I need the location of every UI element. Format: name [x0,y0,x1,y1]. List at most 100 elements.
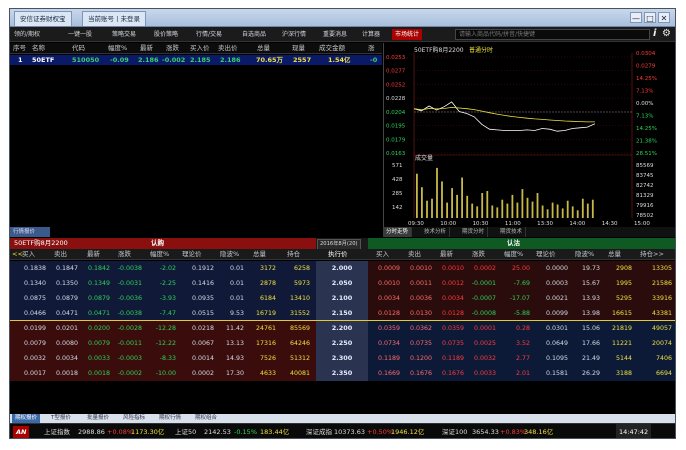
col-cur-vol[interactable]: 现量 [292,43,305,54]
pct-tick: 21.38% [636,139,657,145]
call-col-last[interactable]: 最新 [87,249,100,260]
call-col-iv[interactable]: 隐波% [220,249,239,260]
call-cell: 64246 [289,340,310,347]
option-row[interactable]: 0.0032 0.0034 0.0033 -0.0003 -8.33 0.0014 14.9… [10,351,675,366]
put-col-bid[interactable]: 买入 [376,249,389,260]
option-row[interactable]: 0.0199 0.0201 0.0200 -0.0028 -12.28 0.0218 11.… [10,320,675,337]
menu-item-3[interactable]: 股价策略 [154,29,178,40]
btab-1[interactable]: T型报价 [48,414,74,423]
call-col-pct[interactable]: 幅度% [150,249,169,260]
strike-price[interactable]: 2.300 [316,351,368,366]
volume-bar [466,195,469,218]
put-col-iv[interactable]: 隐波% [575,249,594,260]
menu-item-8[interactable]: 计算器 [362,29,380,40]
call-col-oi[interactable]: 持仓 [287,249,300,260]
app-window: 安信证券财权宝 当前账号丨未登录 — □ ✕ 领的/期权 一键一股 策略交易 股… [9,8,676,439]
tab-futures-technical[interactable]: 期货技术 [497,227,527,237]
put-cell: 0.0099 [545,310,568,317]
menu-item-5[interactable]: 自选商品 [242,29,266,40]
strike-col[interactable]: 执行价 [328,249,348,260]
option-row[interactable]: 0.0875 0.0879 0.0879 -0.0036 -3.93 0.0935 0.01… [10,291,675,306]
tab-main[interactable]: 安信证券财权宝 [14,11,72,26]
col-code[interactable]: 代码 [72,43,85,54]
call-col-theo[interactable]: 理论价 [182,249,202,260]
menu-item-6[interactable]: 沪深行情 [282,29,306,40]
btab-0[interactable]: 期权报价 [12,414,41,423]
contract-name[interactable]: 50ETF购8月2200 [14,238,68,249]
watchlist-row[interactable]: 1 50ETF 510050 -0.09 2.186 -0.002 2.185 … [10,55,382,65]
menu-item-1[interactable]: 一键一股 [68,29,92,40]
put-col-ask[interactable]: 卖出 [408,249,421,260]
tab-intraday[interactable]: 分时走势 [383,227,413,237]
col-amount[interactable]: 成交金额 [319,43,345,54]
option-row[interactable]: 0.1838 0.1847 0.1842 -0.0038 -2.02 0.1912 0.01… [10,261,675,276]
call-cell: 0.1912 [191,265,214,272]
btab-3[interactable]: 风险指标 [120,414,148,423]
search-input[interactable]: 请输入商品代码/拼音/快捷键 [455,29,650,40]
price-tick: 0.0163 [386,151,406,157]
option-row[interactable]: 0.1340 0.1350 0.1349 -0.0031 -2.25 0.1416 0.01… [10,276,675,291]
strike-price[interactable]: 2.100 [316,291,368,306]
szcz-label[interactable]: 深证成指 [306,424,332,438]
put-col-last[interactable]: 最新 [440,249,453,260]
strike-price[interactable]: 2.150 [316,306,368,321]
call-col-bid[interactable]: 买入 [22,249,35,260]
col-chg-pct[interactable]: 幅度% [108,43,127,54]
call-col-ask[interactable]: 卖出 [54,249,67,260]
minimize-button[interactable]: — [630,12,642,23]
sz50-label[interactable]: 上证50 [175,424,196,438]
col-last[interactable]: 最新 [140,43,153,54]
col-volume[interactable]: 总量 [257,43,270,54]
strike-price[interactable]: 2.250 [316,336,368,351]
col-change[interactable]: 涨跌 [166,43,179,54]
call-cell: 0.0218 [191,325,214,332]
menu-item-market-stats[interactable]: 市场统计 [392,29,423,40]
tab-account[interactable]: 当前账号丨未登录 [82,11,146,26]
col-extra[interactable]: 涨 [368,43,375,54]
strike-price[interactable]: 2.350 [316,366,368,381]
menu-item-2[interactable]: 策略交易 [112,29,136,40]
szcz-value: 10373.63 [334,428,366,436]
maximize-button[interactable]: □ [644,12,656,23]
intraday-chart: 50ETF购8月2200 普通分时 0.0253 0.0277 0.0252 0.02… [383,43,675,227]
option-row[interactable]: 0.0017 0.0018 0.0018 -0.0002 -10.00 0.0002 17.… [10,366,675,381]
volume-bar [571,206,574,218]
btab-4[interactable]: 期权行情 [156,414,184,423]
close-button[interactable]: ✕ [658,12,670,23]
price-tick: 0.0252 [386,82,405,88]
gear-icon[interactable]: ⚙ [662,28,671,40]
put-col-oi[interactable]: 持仓>> [640,249,664,260]
col-name[interactable]: 名称 [32,43,45,54]
menu-item-4[interactable]: 行情/交易 [196,29,222,40]
volume-bar [586,203,589,218]
put-cell: 0.0034 [441,295,464,302]
col-bid[interactable]: 买入价 [190,43,210,54]
info-icon[interactable]: i [653,28,656,40]
quote-strip[interactable]: 行情报价 [10,227,50,237]
strike-price[interactable]: 2.000 [316,261,368,276]
volume-bar [446,202,448,218]
sz100-label[interactable]: 深证100 [442,424,467,438]
tab-futures-intraday[interactable]: 期货分时 [459,227,489,237]
menu-item-7[interactable]: 重要消息 [323,29,347,40]
put-col-change[interactable]: 涨跌 [472,249,485,260]
col-ask[interactable]: 卖出价 [218,43,238,54]
put-col-pct[interactable]: 幅度% [504,249,523,260]
btab-5[interactable]: 期权组合 [192,414,220,423]
tab-technical[interactable]: 技术分析 [421,227,451,237]
col-idx[interactable]: 序号 [13,43,26,54]
strike-price[interactable]: 2.200 [316,321,368,336]
vol-tick: 285 [392,191,403,197]
call-col-change[interactable]: 涨跌 [118,249,131,260]
call-cell: 0.0079 [23,340,46,347]
call-col-vol[interactable]: 总量 [253,249,266,260]
strike-price[interactable]: 2.050 [316,276,368,291]
menu-item-0[interactable]: 领的/期权 [14,29,40,40]
sh-label[interactable]: 上证指数 [44,424,70,438]
option-row[interactable]: 0.0079 0.0080 0.0079 -0.0011 -12.22 0.0067 13.… [10,336,675,351]
put-col-theo[interactable]: 理论价 [536,249,556,260]
btab-2[interactable]: 批量报价 [84,414,112,423]
put-col-vol[interactable]: 总量 [608,249,621,260]
call-cell: 0.1340 [23,280,46,287]
option-row[interactable]: 0.0466 0.0471 0.0471 -0.0038 -7.47 0.0515 9.53… [10,306,675,321]
